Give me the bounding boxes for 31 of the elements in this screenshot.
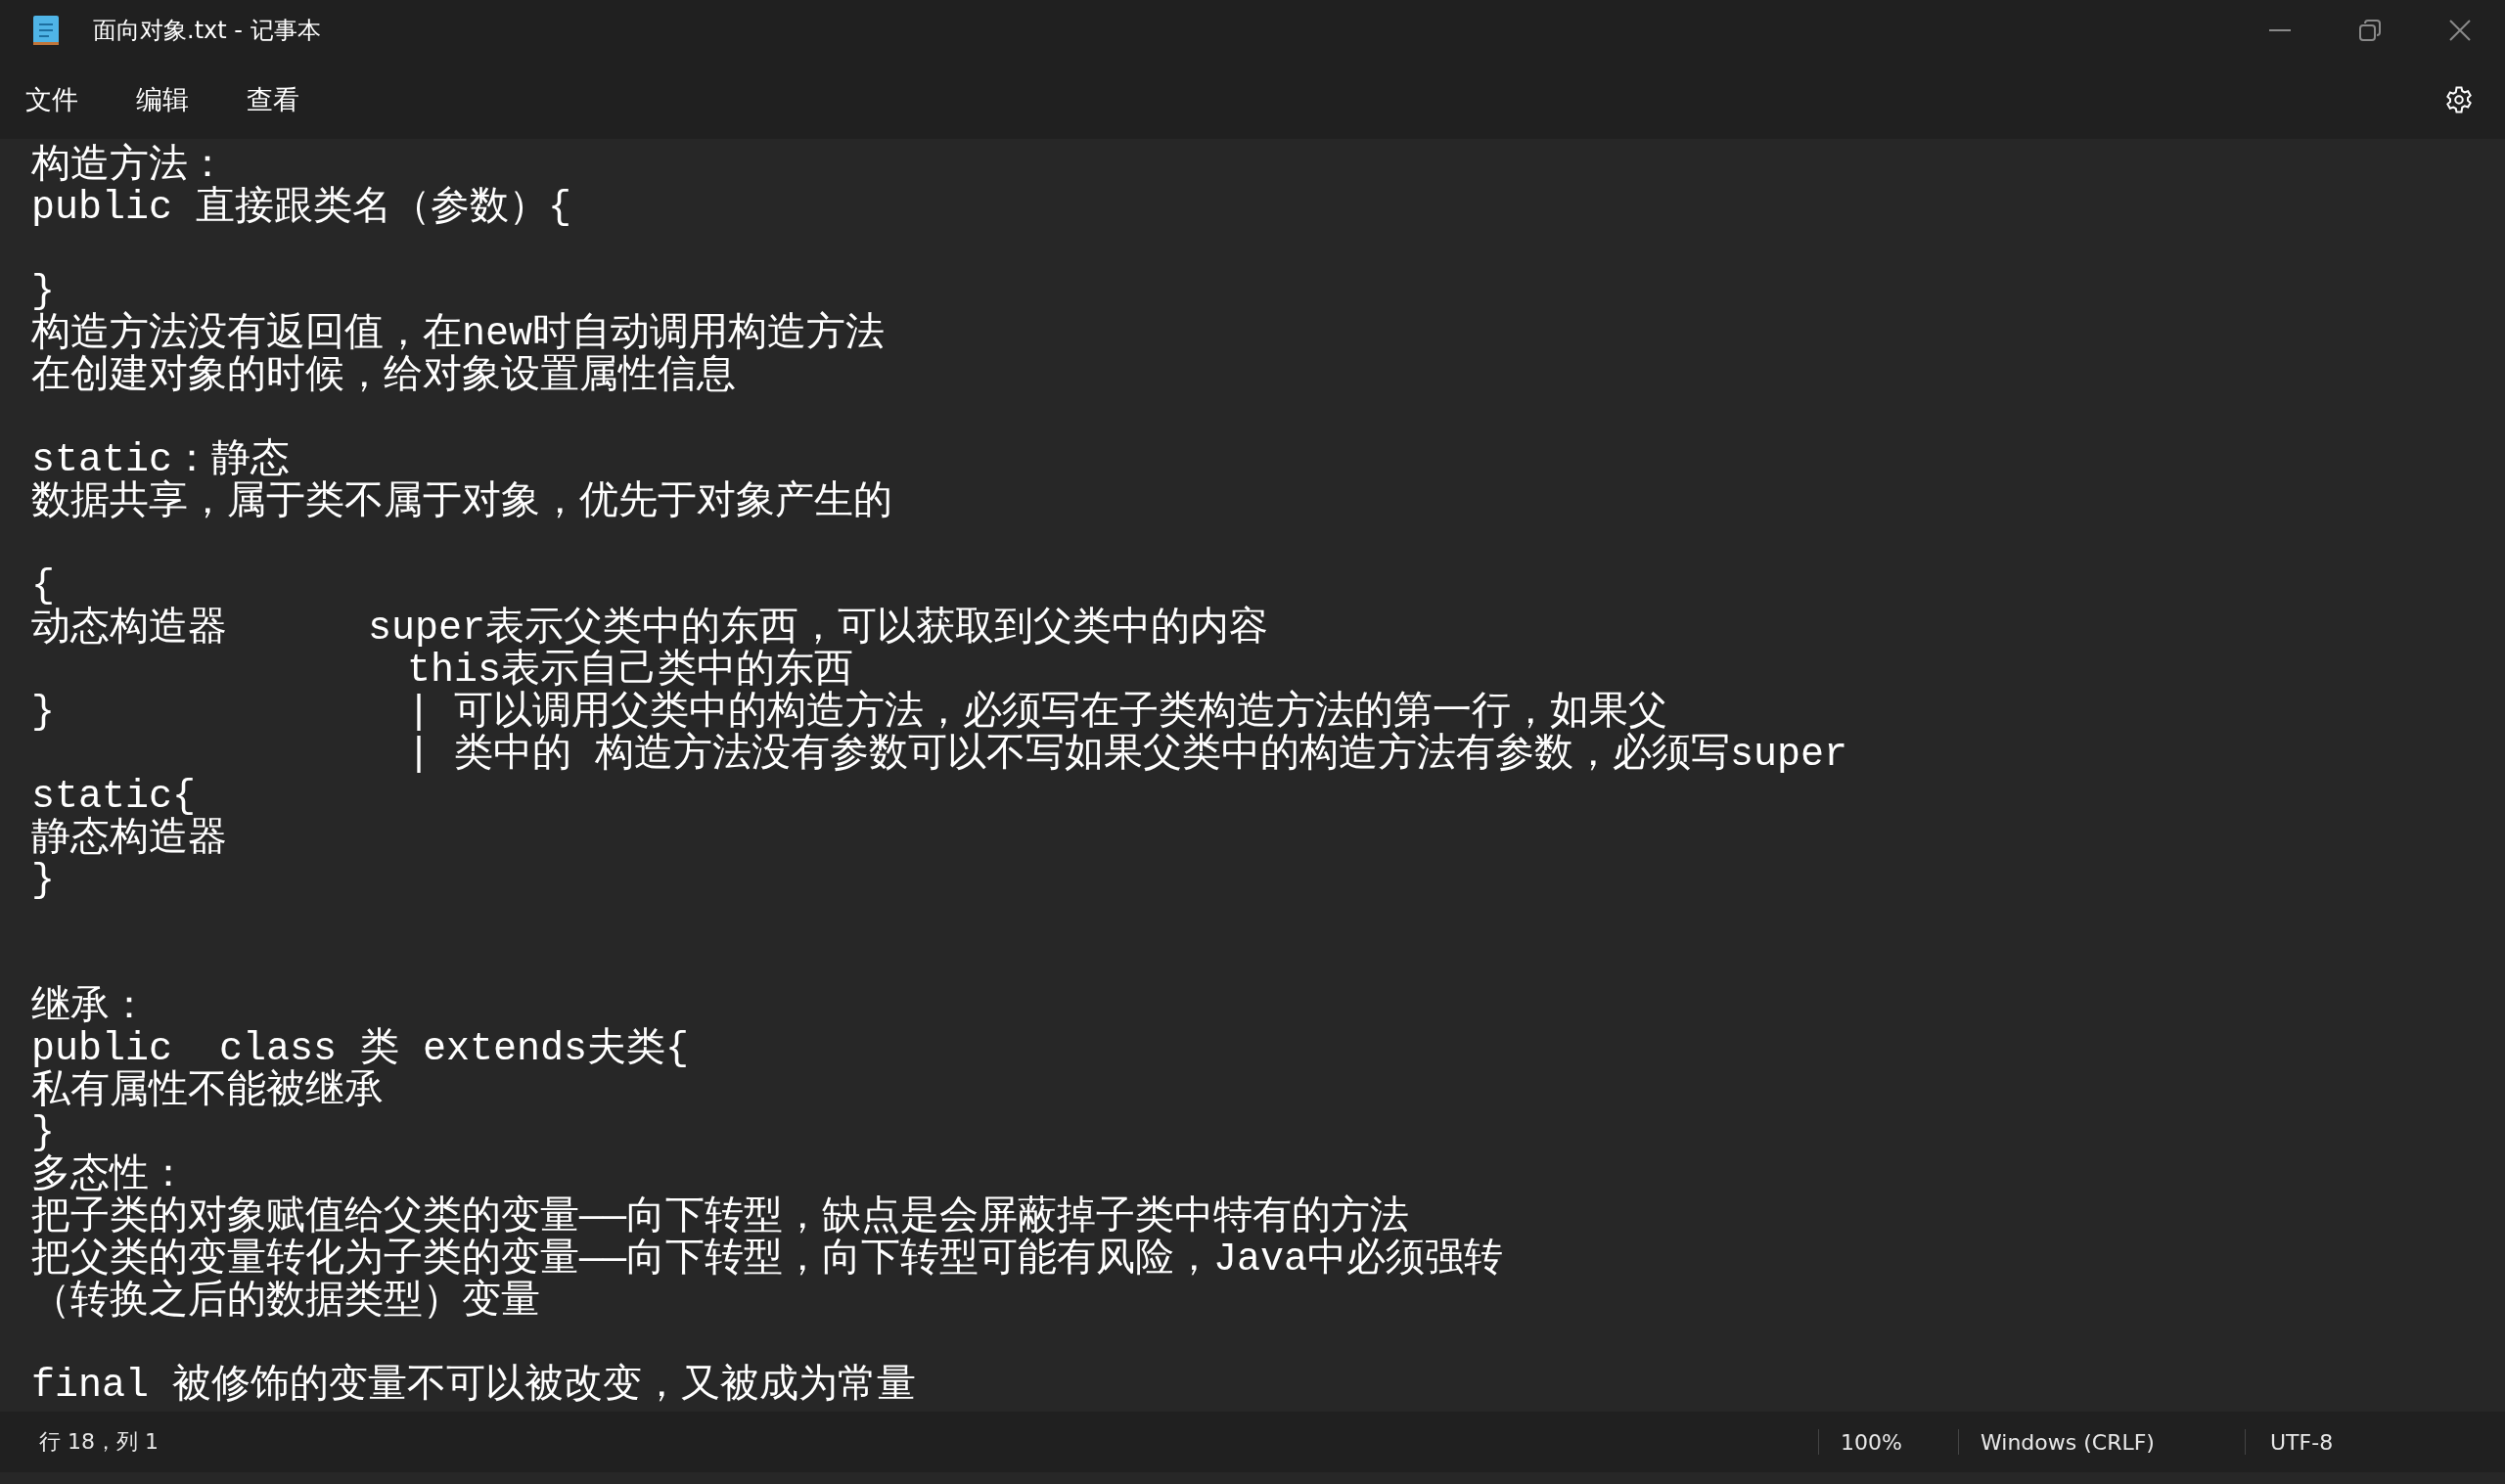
restore-icon xyxy=(2359,20,2381,41)
text-line: public class 类 extends夫类{ xyxy=(31,1028,691,1070)
menu-item[interactable]: 查看 xyxy=(235,74,311,125)
settings-icon xyxy=(2444,85,2474,114)
text-line: 构造方法： xyxy=(31,145,227,187)
notepad-icon xyxy=(32,14,60,47)
text-line: （转换之后的数据类型）变量 xyxy=(31,1281,541,1323)
text-line: 私有属性不能被继承 xyxy=(31,1070,385,1112)
text-line: 构造方法没有返回值，在new时自动调用构造方法 xyxy=(31,313,886,355)
text-line: final 被修饰的变量不可以被改变，又被成为常量 xyxy=(31,1365,918,1407)
text-line: } xyxy=(31,1112,55,1154)
text-line: } xyxy=(31,860,56,902)
minimize-icon xyxy=(2269,29,2291,31)
menu-item[interactable]: 编辑 xyxy=(124,74,201,125)
zoom-level: 100% xyxy=(1840,1429,1903,1455)
text-line: 在创建对象的时候，给对象设置属性信息 xyxy=(31,355,737,397)
line-ending: Windows (CRLF) xyxy=(1980,1429,2156,1455)
text-line: 多态性： xyxy=(31,1154,188,1196)
text-line: 数据共享，属于类不属于对象，优先于对象产生的 xyxy=(31,481,893,523)
text-line: this表示自己类中的东西 xyxy=(406,650,854,692)
text-line: { xyxy=(31,565,55,607)
text-line: } xyxy=(31,271,55,313)
close-icon xyxy=(2449,20,2471,41)
menu-item[interactable]: 文件 xyxy=(14,74,90,125)
text-line: 继承： xyxy=(31,986,150,1028)
text-line: public 直接跟类名（参数）{ xyxy=(31,187,573,229)
text-line: | 类中的 构造方法没有参数可以不写如果父类中的构造方法有参数，必须写super xyxy=(406,734,1849,776)
cursor-position: 行 18，列 1 xyxy=(38,1428,159,1456)
text-line: 静态构造器 xyxy=(31,818,228,860)
window-title: 面向对象.txt - 记事本 xyxy=(93,16,322,46)
encoding: UTF-8 xyxy=(2269,1429,2335,1455)
